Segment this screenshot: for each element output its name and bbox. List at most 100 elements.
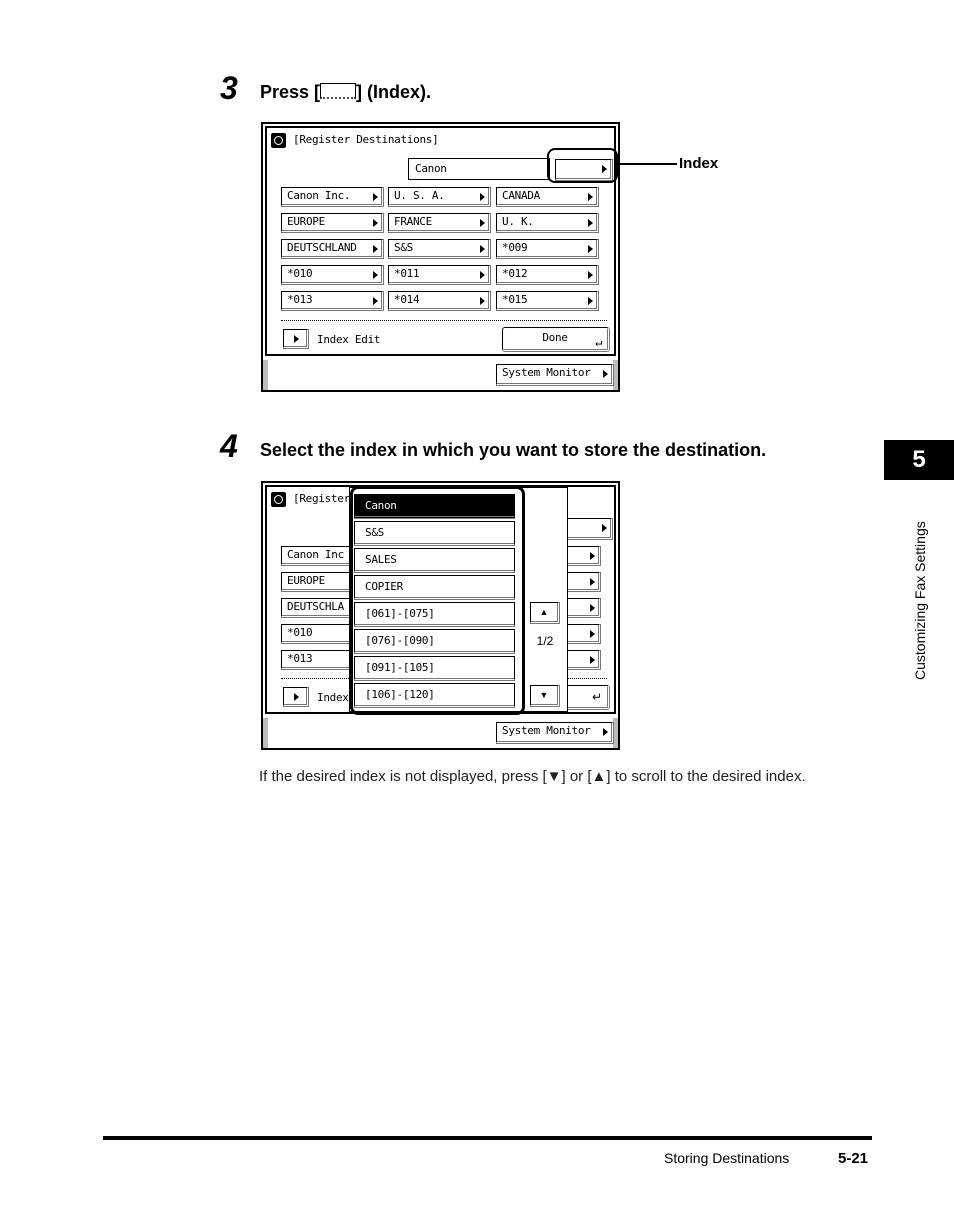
destination-button[interactable]: FRANCE xyxy=(388,213,491,233)
destination-button[interactable]: S&S xyxy=(388,239,491,259)
arrow-right-icon xyxy=(480,297,485,305)
step-4-number: 4 xyxy=(220,428,238,464)
destination-button[interactable]: *009 xyxy=(496,239,599,259)
arrow-right-icon xyxy=(373,297,378,305)
screen-title: [Register xyxy=(293,492,350,505)
step-3-number: 3 xyxy=(220,70,238,106)
arrow-right-icon xyxy=(590,656,595,664)
chapter-label: Customizing Fax Settings xyxy=(912,521,928,680)
destination-label: *013 xyxy=(287,652,313,665)
screen-title: [Register Destinations] xyxy=(293,133,439,146)
destination-button[interactable]: DEUTSCHLAND xyxy=(281,239,384,259)
destination-label: FRANCE xyxy=(394,215,432,228)
screen-select-index: [Register Canon Inc EUROPE DEUTSCHLA *010 *0… xyxy=(261,481,620,750)
done-button[interactable]: Done ↵ xyxy=(502,327,610,352)
arrow-right-icon xyxy=(590,604,595,612)
index-edit-label: Index xyxy=(317,691,349,704)
divider xyxy=(281,320,607,321)
footer-rule xyxy=(103,1136,872,1140)
arrow-right-icon xyxy=(480,219,485,227)
destination-button[interactable]: *011 xyxy=(388,265,491,285)
destination-label: Canon Inc. xyxy=(287,189,351,202)
index-edit-label: Index Edit xyxy=(317,333,381,346)
chapter-tab: 5 xyxy=(884,440,954,480)
destination-label: CANADA xyxy=(502,189,540,202)
destination-label: *012 xyxy=(502,267,528,280)
index-callout-frame xyxy=(547,148,618,183)
arrow-right-icon xyxy=(373,219,378,227)
destination-label: *015 xyxy=(502,293,528,306)
arrow-right-icon xyxy=(590,552,595,560)
arrow-right-icon xyxy=(480,193,485,201)
enter-icon: ↵ xyxy=(591,690,602,704)
destination-label: *011 xyxy=(394,267,420,280)
destination-button[interactable]: *012 xyxy=(496,265,599,285)
arrow-right-icon xyxy=(588,219,593,227)
arrow-right-icon xyxy=(588,193,593,201)
step-3-instruction: Press [ ] (Index). xyxy=(260,82,431,103)
arrow-right-icon xyxy=(294,693,299,701)
arrow-right-icon xyxy=(588,245,593,253)
scroll-up-button[interactable]: ▲ xyxy=(530,602,560,624)
destination-label: *009 xyxy=(502,241,528,254)
destination-label: U. S. A. xyxy=(394,189,445,202)
destination-button[interactable]: CANADA xyxy=(496,187,599,207)
system-monitor-button[interactable]: System Monitor xyxy=(496,722,614,744)
settings-icon xyxy=(271,492,286,507)
status-bar: System Monitor xyxy=(263,360,618,390)
callout-line xyxy=(618,163,677,165)
arrow-right-icon xyxy=(480,245,485,253)
destination-button[interactable]: Canon Inc. xyxy=(281,187,384,207)
destination-label: *010 xyxy=(287,267,313,280)
footer-section: Storing Destinations xyxy=(664,1150,790,1166)
destination-label: EUROPE xyxy=(287,215,325,228)
destination-button[interactable]: *014 xyxy=(388,291,491,311)
destination-button[interactable]: U. K. xyxy=(496,213,599,233)
destination-label: DEUTSCHLA xyxy=(287,600,344,613)
destination-label: *010 xyxy=(287,626,313,639)
arrow-right-icon xyxy=(480,271,485,279)
arrow-right-icon xyxy=(373,271,378,279)
list-callout-frame xyxy=(350,486,525,715)
system-monitor-button[interactable]: System Monitor xyxy=(496,364,614,386)
destination-button[interactable]: U. S. A. xyxy=(388,187,491,207)
destination-button[interactable]: *013 xyxy=(281,291,384,311)
destination-label: S&S xyxy=(394,241,413,254)
destination-label: *014 xyxy=(394,293,420,306)
destination-label: DEUTSCHLAND xyxy=(287,241,357,254)
arrow-right-icon xyxy=(603,370,608,378)
arrow-right-icon xyxy=(373,193,378,201)
enter-icon: ↵ xyxy=(595,335,602,349)
arrow-right-icon xyxy=(590,578,595,586)
destination-button[interactable]: EUROPE xyxy=(281,213,384,233)
arrow-right-icon xyxy=(588,271,593,279)
destination-label: *013 xyxy=(287,293,313,306)
index-field: Canon xyxy=(408,158,550,180)
status-bar: System Monitor xyxy=(263,718,618,748)
scroll-down-icon: ▼ xyxy=(539,690,549,700)
index-edit-button[interactable] xyxy=(283,687,309,707)
index-key-glyph xyxy=(320,83,357,99)
scroll-note: If the desired index is not displayed, p… xyxy=(259,768,806,785)
step-3-prefix: Press [ xyxy=(260,82,321,102)
arrow-right-icon xyxy=(588,297,593,305)
destination-label: U. K. xyxy=(502,215,534,228)
step-4-instruction: Select the index in which you want to st… xyxy=(260,440,767,460)
destination-button[interactable]: *015 xyxy=(496,291,599,311)
scroll-up-icon: ▲ xyxy=(539,607,549,617)
callout-label-index: Index xyxy=(679,155,719,172)
destination-label: Canon Inc xyxy=(287,548,344,561)
arrow-right-icon xyxy=(294,335,299,343)
arrow-right-icon xyxy=(373,245,378,253)
arrow-right-icon xyxy=(602,524,607,532)
footer-page-number: 5-21 xyxy=(838,1150,869,1167)
arrow-right-icon xyxy=(590,630,595,638)
arrow-right-icon xyxy=(603,728,608,736)
settings-icon xyxy=(271,133,286,148)
index-edit-button[interactable] xyxy=(283,329,309,349)
destination-button[interactable]: *010 xyxy=(281,265,384,285)
page-indicator: 1/2 xyxy=(536,634,554,648)
destination-label: EUROPE xyxy=(287,574,325,587)
scroll-down-button[interactable]: ▼ xyxy=(530,685,560,707)
step-3-suffix: ] (Index). xyxy=(356,82,432,102)
